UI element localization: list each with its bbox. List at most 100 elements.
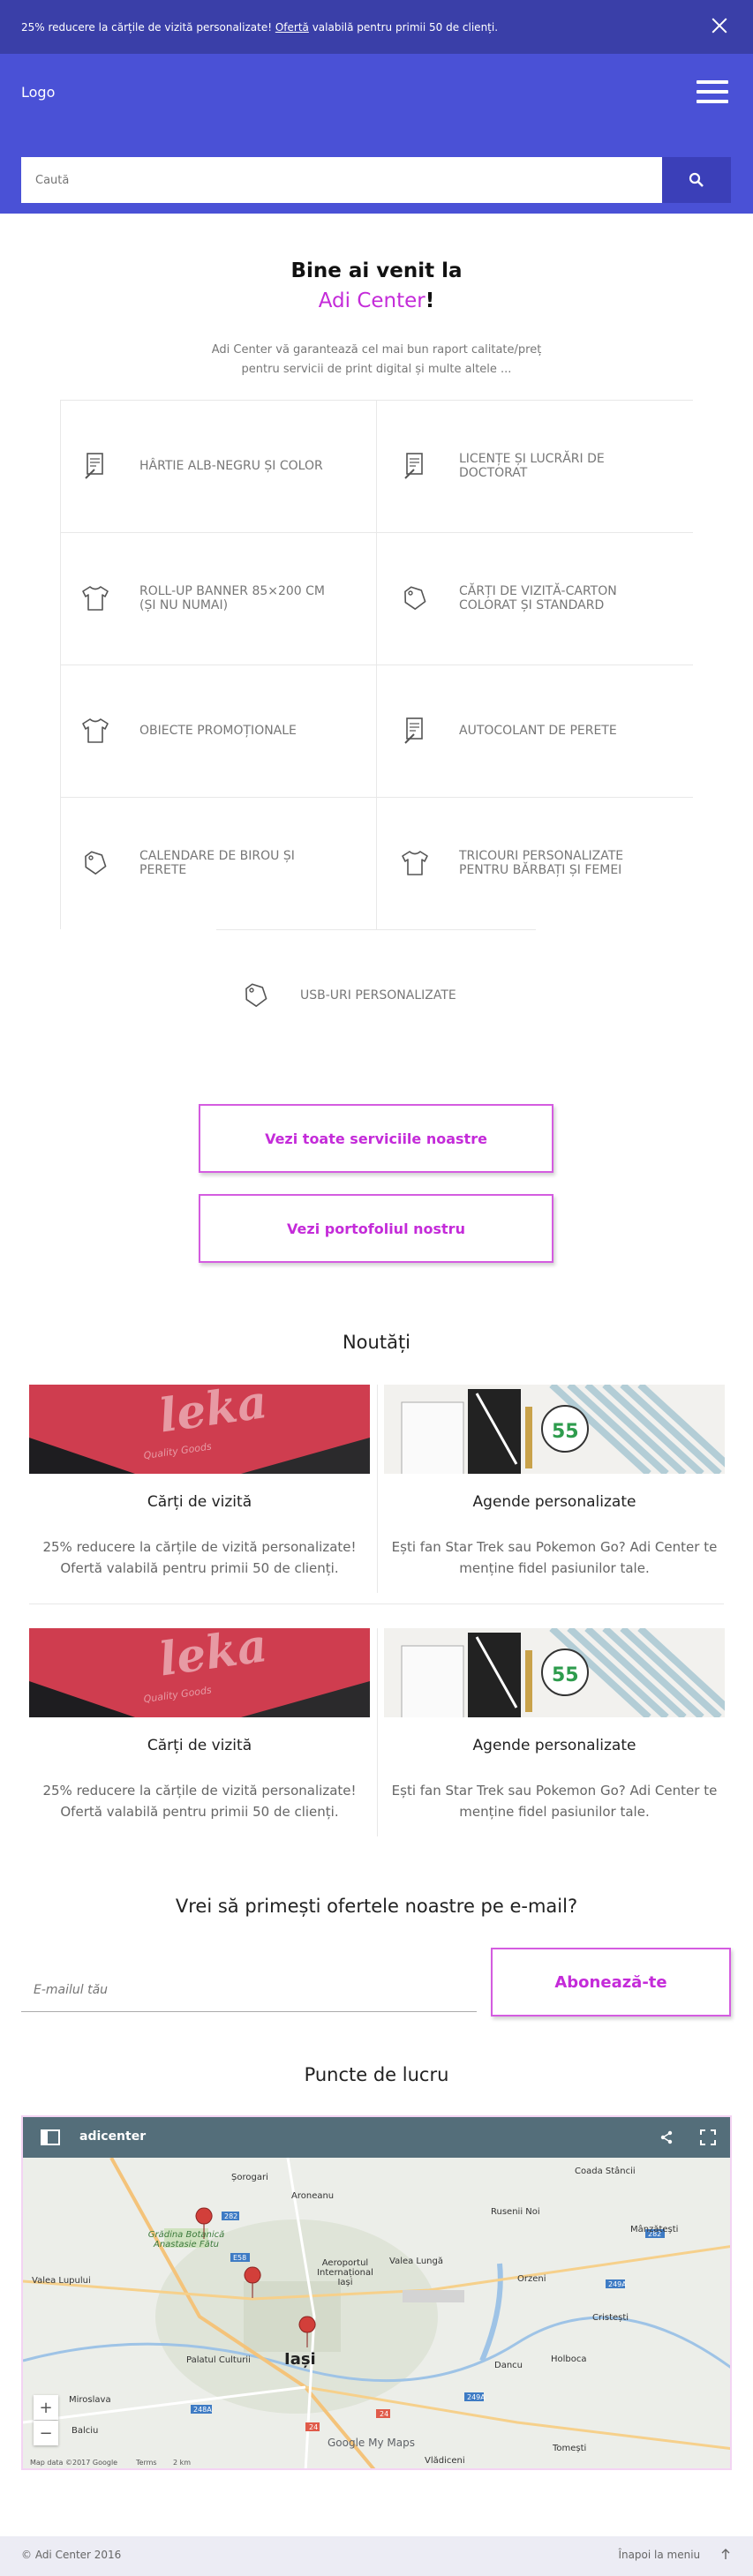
news-title: Noutăți: [342, 1332, 411, 1353]
map-label: Mânzătești: [630, 2225, 679, 2234]
svg-text:249A: 249A: [608, 2280, 627, 2288]
news-card-title: Cărți de vizită: [147, 1493, 252, 1511]
service-label: USB-uri personalizate: [300, 988, 456, 1003]
map-label: Șorogari: [231, 2173, 268, 2182]
news-card-text: Ești fan Star Trek sau Pokemon Go? Adi C…: [384, 1536, 725, 1579]
search-button[interactable]: [662, 157, 731, 203]
service-item[interactable]: Autocolant de perete: [380, 665, 693, 796]
promo-text-after: valabilă pentru primii 50 de clienți.: [308, 20, 499, 34]
tag-icon: [238, 978, 274, 1013]
map-section-title: Puncte de lucru: [304, 2064, 449, 2085]
news-card-title: Agende personalizate: [472, 1493, 636, 1511]
news-card-text: 25% reducere la cărțile de vizită person…: [29, 1780, 370, 1822]
subscribe-button[interactable]: Abonează-te: [491, 1948, 731, 2016]
tag-icon: [78, 845, 113, 881]
svg-text:248A: 248A: [193, 2406, 212, 2414]
service-item[interactable]: Tricouri personalizate pentru bărbați și…: [380, 798, 693, 928]
map-label: Vlădiceni: [425, 2456, 465, 2466]
news-card-text: Ești fan Star Trek sau Pokemon Go? Adi C…: [384, 1780, 725, 1822]
news-image-planners: 55: [384, 1628, 725, 1717]
news-card-title: Cărți de vizită: [147, 1737, 252, 1754]
map-attribution: Map data ©2017 Google: [30, 2459, 118, 2467]
map-label: Aeroportul Internațional Iași: [317, 2258, 373, 2287]
map-label: Holboca: [551, 2354, 587, 2364]
news-card[interactable]: 55 Agende personalizate Ești fan Star Tr…: [384, 1628, 737, 1840]
fullscreen-icon[interactable]: [700, 2129, 716, 2145]
tshirt-icon: [78, 713, 113, 748]
service-label: Obiecte promoționale: [139, 724, 297, 738]
document-pen-icon: [397, 448, 433, 484]
svg-text:249A: 249A: [467, 2393, 486, 2401]
copyright: © Adi Center 2016: [21, 2549, 122, 2561]
service-label: Calendare de birou și perete: [139, 849, 295, 877]
back-to-menu-label: Înapoi la meniu: [618, 2549, 701, 2561]
news-image-business-cards: leka Quality Goods: [29, 1628, 370, 1717]
map-title-bar: adicenter: [23, 2117, 730, 2158]
svg-text:55: 55: [552, 1421, 579, 1443]
google-my-maps-logo: Google My Maps: [328, 2437, 415, 2449]
news-card-text-line2: Ofertă valabilă pentru primii 50 de clie…: [60, 1560, 339, 1576]
service-item[interactable]: Obiecte promoționale: [60, 665, 373, 796]
tag-icon: [397, 581, 433, 616]
map-label: Coada Stâncii: [575, 2167, 636, 2176]
logo[interactable]: Logo: [21, 84, 55, 101]
tshirt-icon: [78, 581, 113, 616]
map-name[interactable]: adicenter: [79, 2129, 146, 2144]
svg-text:E58: E58: [233, 2254, 246, 2262]
services-grid: Hârtie alb-negru și color Licențe și luc…: [60, 400, 693, 1018]
promo-text: 25% reducere la cărțile de vizită person…: [21, 21, 498, 34]
map-label: Orzeni: [517, 2274, 546, 2284]
service-item[interactable]: Hârtie alb-negru și color: [60, 401, 373, 531]
map-layers-icon[interactable]: [41, 2129, 60, 2145]
email-field[interactable]: [21, 1968, 477, 2012]
zoom-in-button[interactable]: +: [34, 2395, 58, 2420]
svg-text:55: 55: [552, 1664, 579, 1686]
hamburger-menu-icon[interactable]: [697, 80, 728, 103]
news-card-text-line1: 25% reducere la cărțile de vizită person…: [42, 1783, 357, 1799]
service-label: Cărți de vizită-carton colorat și standa…: [459, 584, 617, 612]
svg-text:282: 282: [224, 2212, 237, 2220]
map-label: Aroneanu: [291, 2191, 335, 2201]
promo-bar: 25% reducere la cărțile de vizită person…: [0, 0, 753, 54]
service-item[interactable]: USB-uri personalizate: [221, 930, 534, 1061]
map-terms-link[interactable]: Terms: [136, 2459, 157, 2467]
map-label: Palatul Culturii: [186, 2355, 251, 2365]
news-card[interactable]: 55 Agende personalizate Ești fan Star Tr…: [384, 1385, 737, 1596]
map-label: Rusenii Noi: [491, 2207, 540, 2217]
welcome-desc-line1: Adi Center vă garantează cel mai bun rap…: [211, 343, 542, 357]
service-item[interactable]: Licențe și lucrări de doctorat: [380, 401, 693, 531]
map-label: Grădina Botanică Anastasie Fătu: [147, 2230, 225, 2249]
svg-text:24: 24: [380, 2410, 388, 2418]
service-item[interactable]: Calendare de birou și perete: [60, 798, 373, 928]
all-services-button[interactable]: Vezi toate serviciile noastre: [199, 1104, 553, 1173]
portfolio-button[interactable]: Vezi portofoliul nostru: [199, 1194, 553, 1263]
share-icon[interactable]: [659, 2130, 674, 2144]
map[interactable]: 282 E58 249A 282 248A 249A 24 24 adicent…: [21, 2115, 732, 2470]
map-label: Valea Lungă: [389, 2257, 443, 2266]
service-label: Hârtie alb-negru și color: [139, 459, 323, 473]
news-card[interactable]: leka Quality Goods Cărți de vizită 25% re…: [29, 1628, 382, 1840]
map-label: Miroslava: [69, 2395, 111, 2405]
news-card-text-line1: Ești fan Star Trek sau Pokemon Go? Adi C…: [391, 1783, 718, 1799]
promo-link[interactable]: Ofertă: [275, 21, 309, 34]
document-pen-icon: [78, 448, 113, 484]
service-item[interactable]: Roll-up banner 85×200 cm (și nu numai): [60, 533, 373, 664]
news-card-text: 25% reducere la cărțile de vizită person…: [29, 1536, 370, 1579]
service-item[interactable]: Cărți de vizită-carton colorat și standa…: [380, 533, 693, 664]
map-scale: 2 km: [173, 2459, 192, 2467]
arrow-up-icon: [721, 2549, 730, 2559]
news-image-business-cards: leka Quality Goods: [29, 1385, 370, 1474]
back-to-menu-link[interactable]: Înapoi la meniu: [618, 2549, 730, 2561]
service-label: Autocolant de perete: [459, 724, 617, 738]
search-input[interactable]: [21, 157, 662, 203]
document-pen-icon: [397, 713, 433, 748]
news-card-text-line1: 25% reducere la cărțile de vizită person…: [42, 1539, 357, 1555]
map-label: Balciu: [72, 2426, 99, 2436]
close-icon[interactable]: [707, 14, 732, 39]
map-city-label: Iași: [284, 2350, 316, 2369]
welcome-desc-line2: pentru servicii de print digital și mult…: [241, 363, 512, 376]
newsletter-title: Vrei să primești ofertele noastre pe e-m…: [175, 1896, 578, 1917]
news-card[interactable]: leka Quality Goods Cărți de vizită 25% re…: [29, 1385, 382, 1596]
site-footer: © Adi Center 2016 Înapoi la meniu: [0, 2536, 753, 2576]
zoom-out-button[interactable]: −: [34, 2421, 58, 2445]
